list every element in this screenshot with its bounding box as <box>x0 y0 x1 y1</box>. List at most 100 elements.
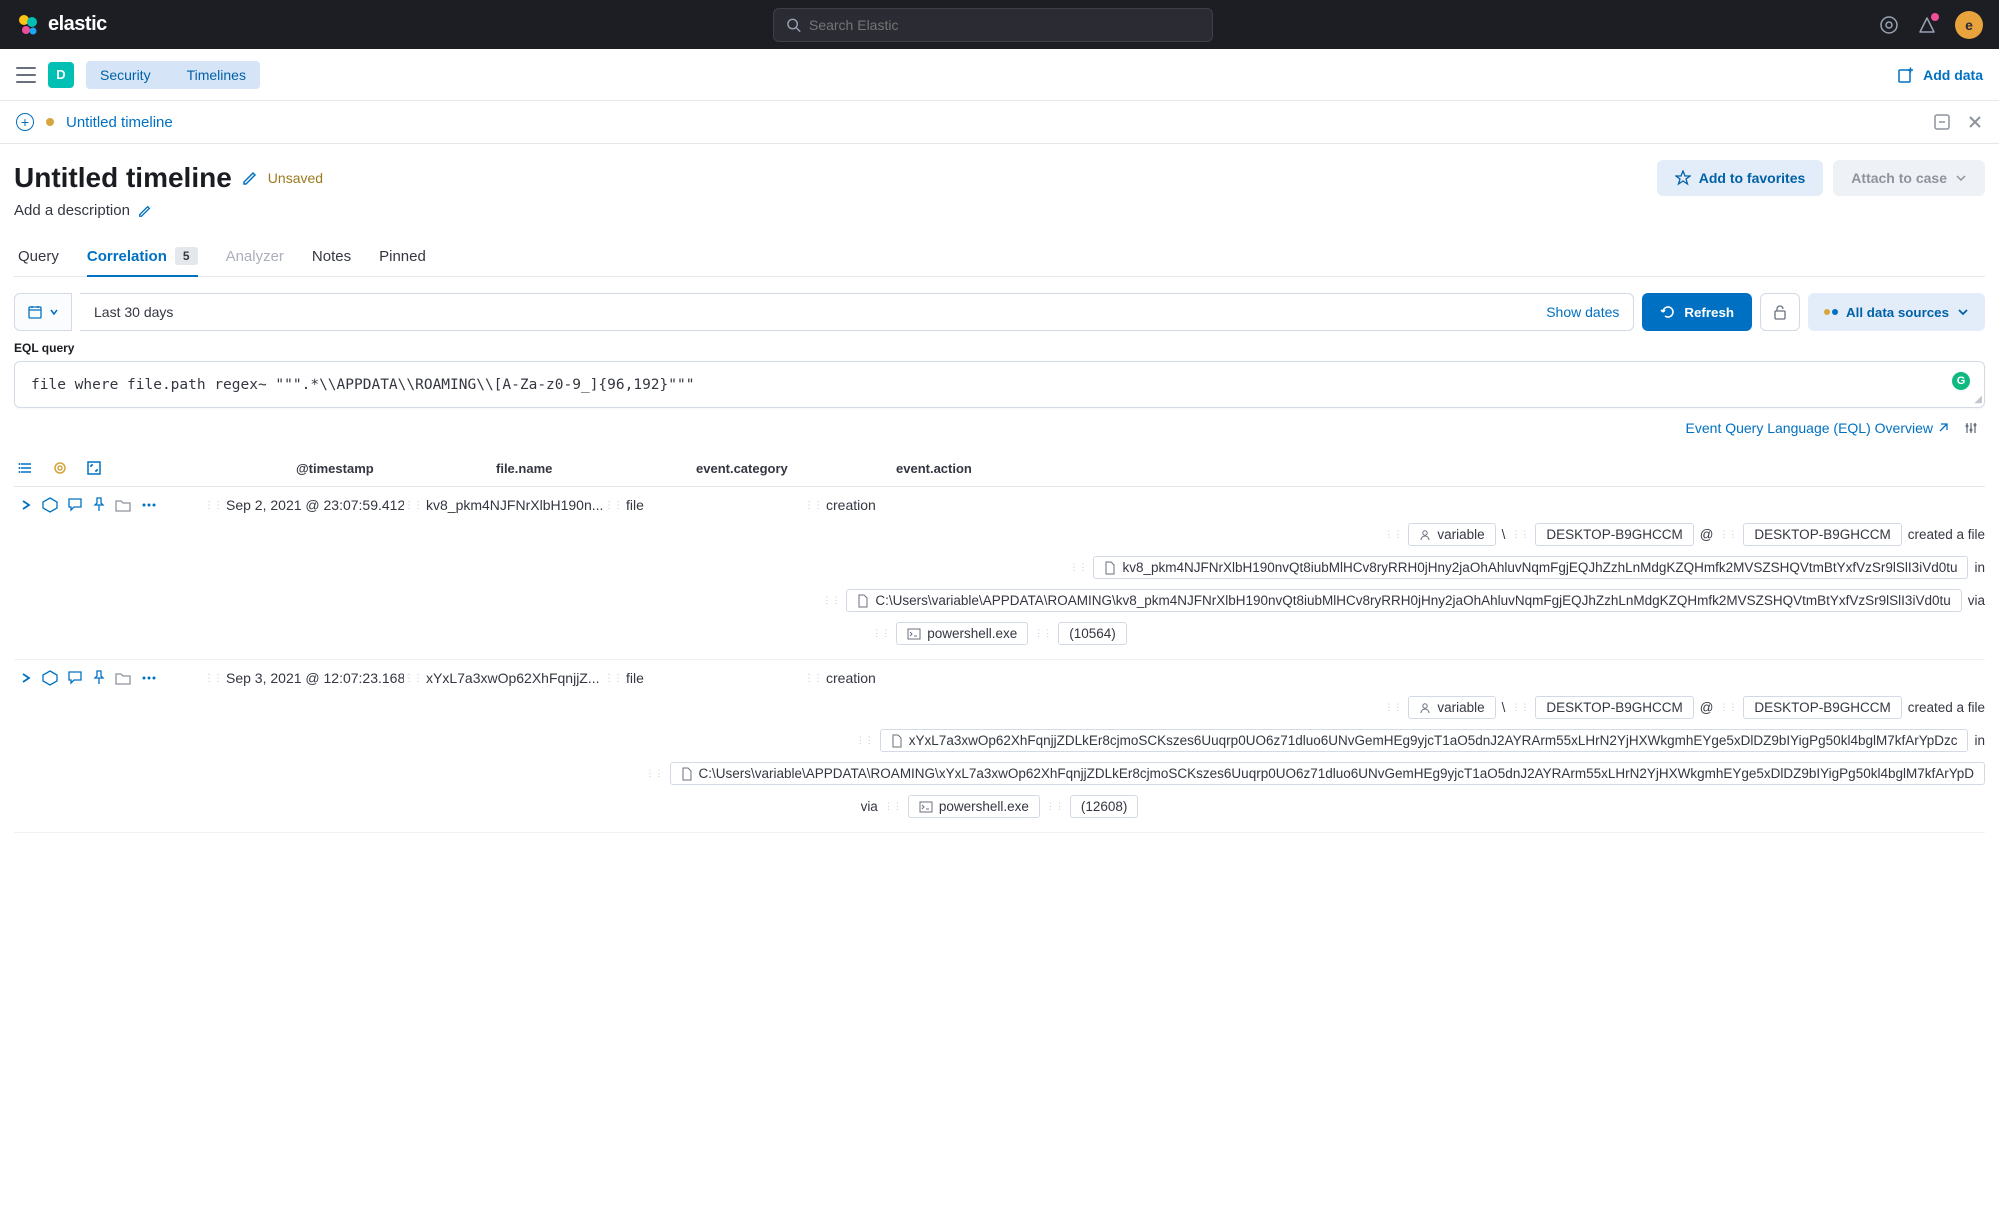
cell-category: file <box>626 497 644 513</box>
chip-host[interactable]: DESKTOP-B9GHCCM <box>1743 696 1901 719</box>
show-dates-link[interactable]: Show dates <box>1546 304 1619 320</box>
chip-path[interactable]: C:\Users\variable\APPDATA\ROAMING\kv8_pk… <box>846 589 1961 612</box>
chip-host[interactable]: DESKTOP-B9GHCCM <box>1535 523 1693 546</box>
more-actions-icon[interactable] <box>141 676 157 680</box>
drag-handle-icon[interactable]: ⋮⋮ <box>804 673 822 684</box>
drag-handle-icon[interactable]: ⋮⋮ <box>1069 562 1087 573</box>
drag-handle-icon[interactable]: ⋮⋮ <box>1034 628 1052 639</box>
chip-user[interactable]: variable <box>1408 523 1495 546</box>
add-data-button[interactable]: Add data <box>1897 66 1983 84</box>
chip-path[interactable]: C:\Users\variable\APPDATA\ROAMING\xYxL7a… <box>670 762 1985 785</box>
drag-handle-icon[interactable]: ⋮⋮ <box>1046 801 1064 812</box>
chip-process[interactable]: powershell.exe <box>908 795 1040 818</box>
chip-pid[interactable]: (10564) <box>1058 622 1127 645</box>
calendar-icon <box>27 304 43 320</box>
fields-browser-icon[interactable] <box>14 456 38 480</box>
col-category[interactable]: event.category <box>696 461 896 476</box>
drag-handle-icon[interactable]: ⋮⋮ <box>1719 702 1737 713</box>
date-range-input[interactable]: Last 30 days Show dates <box>80 293 1634 331</box>
pin-icon[interactable] <box>93 670 105 686</box>
minimize-icon[interactable] <box>1933 113 1951 131</box>
analyze-event-icon[interactable] <box>42 497 58 513</box>
add-description[interactable]: Add a description <box>14 202 1985 219</box>
edit-title-icon[interactable] <box>242 170 258 186</box>
drag-handle-icon[interactable]: ⋮⋮ <box>646 768 664 779</box>
terminal-icon <box>919 801 933 813</box>
tab-notes[interactable]: Notes <box>312 237 351 276</box>
search-input[interactable] <box>809 17 1200 33</box>
refresh-button[interactable]: Refresh <box>1642 293 1752 331</box>
drag-handle-icon[interactable]: ⋮⋮ <box>884 801 902 812</box>
chip-file[interactable]: kv8_pkm4NJFNrXlbH190nvQt8iubMlHCv8ryRRH0… <box>1093 556 1968 579</box>
document-icon <box>857 594 869 608</box>
date-picker-button[interactable] <box>14 293 72 331</box>
drag-handle-icon[interactable]: ⋮⋮ <box>804 500 822 511</box>
gear-icon[interactable] <box>48 456 72 480</box>
chip-file[interactable]: xYxL7a3xwOp62XhFqnjjZDLkEr8cjmoSCKszes6U… <box>880 729 1969 752</box>
drag-handle-icon[interactable]: ⋮⋮ <box>604 500 622 511</box>
newsfeed-icon[interactable] <box>1917 15 1937 35</box>
breadcrumb-timelines[interactable]: Timelines <box>165 61 260 89</box>
global-search[interactable] <box>773 8 1213 42</box>
drag-handle-icon[interactable]: ⋮⋮ <box>204 500 222 511</box>
tab-pinned[interactable]: Pinned <box>379 237 426 276</box>
tab-correlation-label: Correlation <box>87 248 167 265</box>
folder-icon[interactable] <box>115 671 131 685</box>
unsaved-indicator-dot <box>46 118 54 126</box>
drag-handle-icon[interactable]: ⋮⋮ <box>404 500 422 511</box>
date-range-value: Last 30 days <box>94 304 173 320</box>
breadcrumb-security[interactable]: Security <box>86 61 165 89</box>
folder-icon[interactable] <box>115 498 131 512</box>
drag-handle-icon[interactable]: ⋮⋮ <box>872 628 890 639</box>
chip-host[interactable]: DESKTOP-B9GHCCM <box>1743 523 1901 546</box>
col-filename[interactable]: file.name <box>496 461 696 476</box>
drag-handle-icon[interactable]: ⋮⋮ <box>1511 702 1529 713</box>
space-badge[interactable]: D <box>48 62 74 88</box>
drag-handle-icon[interactable]: ⋮⋮ <box>1719 529 1737 540</box>
analyze-event-icon[interactable] <box>42 670 58 686</box>
pin-icon[interactable] <box>93 497 105 513</box>
drag-handle-icon[interactable]: ⋮⋮ <box>404 673 422 684</box>
chip-host[interactable]: DESKTOP-B9GHCCM <box>1535 696 1693 719</box>
add-to-favorites-button[interactable]: Add to favorites <box>1657 160 1824 196</box>
expand-row-icon[interactable] <box>20 672 32 684</box>
col-timestamp[interactable]: @timestamp <box>296 461 496 476</box>
new-timeline-icon[interactable]: + <box>16 113 34 131</box>
chip-process[interactable]: powershell.exe <box>896 622 1028 645</box>
cell-category: file <box>626 670 644 686</box>
refresh-icon <box>1660 304 1676 320</box>
global-header: elastic e <box>0 0 1999 49</box>
notes-icon[interactable] <box>68 671 83 685</box>
drag-handle-icon[interactable]: ⋮⋮ <box>1511 529 1529 540</box>
chip-user[interactable]: variable <box>1408 696 1495 719</box>
eql-query-input[interactable]: file where file.path regex~ """.*\\APPDA… <box>14 361 1985 408</box>
resize-handle-icon[interactable]: ◢ <box>1974 394 1982 405</box>
attach-to-case-button[interactable]: Attach to case <box>1833 160 1985 196</box>
tab-correlation[interactable]: Correlation 5 <box>87 237 198 277</box>
drag-handle-icon[interactable]: ⋮⋮ <box>204 673 222 684</box>
col-action[interactable]: event.action <box>896 461 1096 476</box>
user-avatar[interactable]: e <box>1955 11 1983 39</box>
expand-row-icon[interactable] <box>20 499 32 511</box>
nav-toggle-icon[interactable] <box>16 67 36 83</box>
notes-icon[interactable] <box>68 498 83 512</box>
drag-handle-icon[interactable]: ⋮⋮ <box>1384 529 1402 540</box>
timeline-tab-link[interactable]: Untitled timeline <box>66 114 173 131</box>
settings-icon[interactable] <box>1963 420 1979 436</box>
cell-timestamp: Sep 3, 2021 @ 12:07:23.168 <box>226 670 404 686</box>
fullscreen-icon[interactable] <box>82 456 106 480</box>
close-icon[interactable] <box>1967 114 1983 130</box>
lock-button[interactable] <box>1760 293 1800 331</box>
tab-query[interactable]: Query <box>18 237 59 276</box>
data-sources-button[interactable]: All data sources <box>1808 293 1985 331</box>
drag-handle-icon[interactable]: ⋮⋮ <box>822 595 840 606</box>
more-actions-icon[interactable] <box>141 503 157 507</box>
eql-help-link[interactable]: Event Query Language (EQL) Overview <box>1686 420 1949 436</box>
drag-handle-icon[interactable]: ⋮⋮ <box>1384 702 1402 713</box>
cell-action: creation <box>826 497 876 513</box>
add-data-label: Add data <box>1923 67 1983 83</box>
chip-pid[interactable]: (12608) <box>1070 795 1139 818</box>
drag-handle-icon[interactable]: ⋮⋮ <box>856 735 874 746</box>
drag-handle-icon[interactable]: ⋮⋮ <box>604 673 622 684</box>
help-icon[interactable] <box>1879 15 1899 35</box>
